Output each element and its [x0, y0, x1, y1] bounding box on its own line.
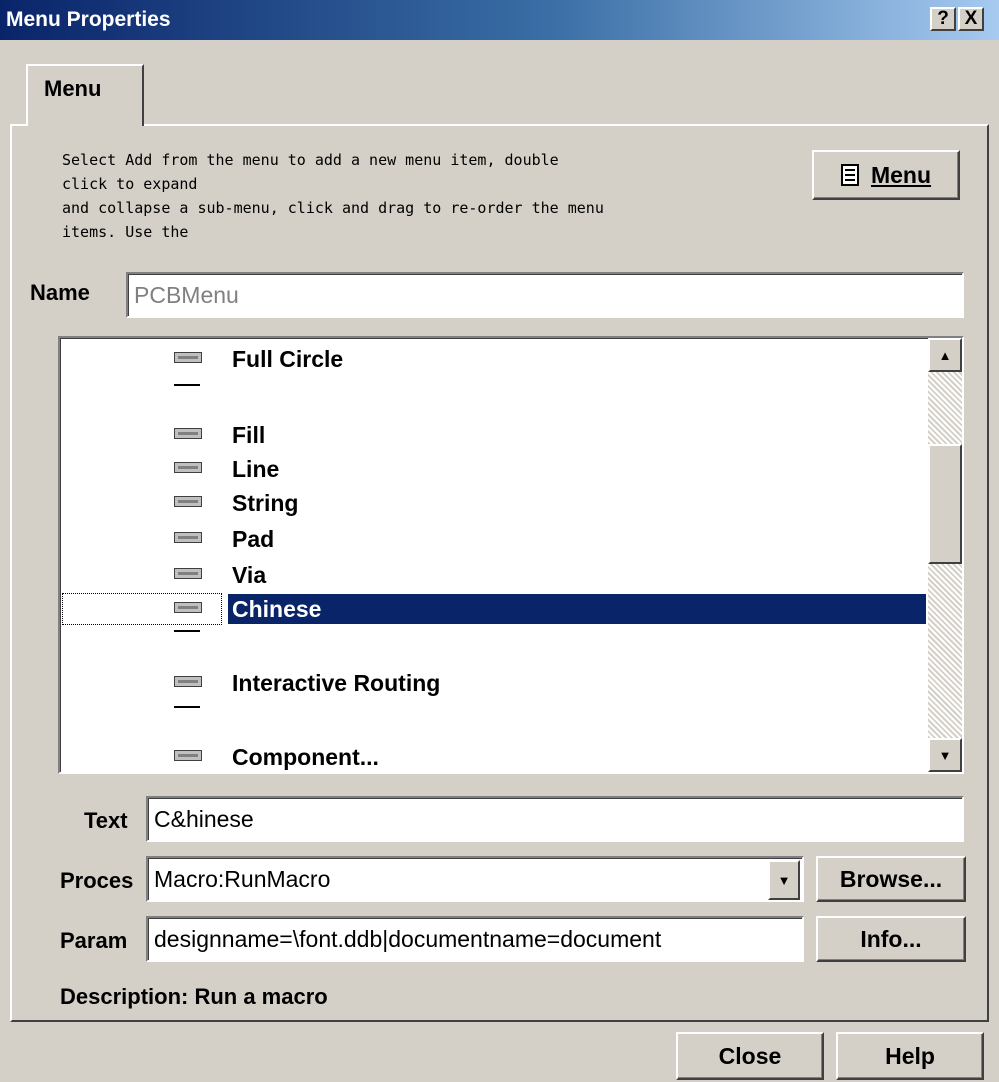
- tree-item-label: Chinese: [228, 594, 926, 624]
- tree-item[interactable]: Line: [60, 454, 926, 488]
- tree-item[interactable]: Component...: [60, 742, 926, 772]
- tree-item[interactable]: Pad: [60, 524, 926, 558]
- tree-item[interactable]: Fill: [60, 420, 926, 454]
- process-value: Macro:RunMacro: [154, 865, 331, 892]
- chevron-down-icon: ▼: [777, 872, 791, 888]
- close-button-label: Close: [718, 1042, 782, 1069]
- name-label: Name: [30, 280, 90, 305]
- tab-menu[interactable]: Menu: [26, 64, 144, 126]
- arrow-down-icon: ▼: [938, 747, 952, 763]
- menu-item-icon: [174, 496, 202, 507]
- tree-item[interactable]: Interactive Routing: [60, 668, 926, 702]
- description-text: Description: Run a macro: [60, 984, 328, 1009]
- tree-item-label: Via: [232, 562, 267, 588]
- menu-item-icon: [174, 568, 202, 579]
- instructions-line: Select Add from the menu to add a new me…: [62, 151, 559, 169]
- tree-item[interactable]: Full Circle: [60, 344, 926, 378]
- tab-menu-label: Menu: [44, 76, 102, 101]
- process-label: Proces: [60, 868, 134, 893]
- info-button[interactable]: Info...: [816, 916, 966, 962]
- process-dropdown-button[interactable]: ▼: [768, 860, 800, 900]
- menu-tree[interactable]: Full Circle Fill Line String Pad Via Chinese In…: [58, 336, 964, 774]
- menu-item-icon: [174, 352, 202, 363]
- instructions-line: and collapse a sub-menu, click and drag …: [62, 199, 604, 217]
- text-label: Text: [84, 808, 128, 833]
- tree-item[interactable]: Chinese: [60, 593, 926, 628]
- close-caption-button[interactable]: X: [958, 7, 984, 31]
- name-field[interactable]: PCBMenu: [126, 272, 964, 318]
- menu-separator[interactable]: [174, 630, 200, 632]
- menu-separator[interactable]: [174, 706, 200, 708]
- help-button-label: Help: [885, 1042, 935, 1069]
- menu-button-label: Menu: [870, 161, 932, 188]
- tree-item-label: Line: [232, 456, 280, 482]
- scroll-up-button[interactable]: ▲: [928, 338, 962, 372]
- scroll-thumb[interactable]: [928, 444, 962, 564]
- browse-button[interactable]: Browse...: [816, 856, 966, 902]
- tree-item-label: Pad: [232, 526, 275, 552]
- instructions-text: Select Add from the menu to add a new me…: [62, 148, 792, 244]
- tree-item[interactable]: String: [60, 488, 926, 522]
- menu-item-icon: [174, 462, 202, 473]
- menu-item-icon: [174, 676, 202, 687]
- vertical-scrollbar[interactable]: ▲ ▼: [928, 338, 962, 772]
- menu-separator[interactable]: [174, 384, 200, 386]
- process-combobox[interactable]: Macro:RunMacro ▼: [146, 856, 804, 902]
- help-caption-button[interactable]: ?: [930, 7, 956, 31]
- tree-item-label: Component...: [232, 744, 379, 770]
- params-label: Param: [60, 928, 128, 953]
- menu-icon: [840, 164, 859, 186]
- text-field[interactable]: C&hinese: [146, 796, 964, 842]
- menu-item-icon: [174, 602, 202, 613]
- window-title: Menu Properties: [6, 8, 171, 31]
- menu-item-icon: [174, 532, 202, 543]
- tree-item[interactable]: Via: [60, 560, 926, 594]
- tree-item-label: Interactive Routing: [232, 670, 441, 696]
- instructions-line: click to expand: [62, 175, 198, 193]
- instructions-line: items. Use the: [62, 223, 189, 241]
- menu-button[interactable]: Menu: [812, 150, 960, 200]
- tree-item-label: String: [232, 490, 299, 516]
- scroll-down-button[interactable]: ▼: [928, 738, 962, 772]
- tree-item-label: Full Circle: [232, 346, 344, 372]
- close-button[interactable]: Close: [676, 1032, 824, 1080]
- help-button[interactable]: Help: [836, 1032, 984, 1080]
- browse-button-label: Browse...: [839, 865, 943, 892]
- params-field[interactable]: designname=\font.ddb|documentname=docume…: [146, 916, 804, 962]
- info-button-label: Info...: [860, 925, 922, 952]
- arrow-up-icon: ▲: [938, 347, 952, 363]
- tree-item-label: Fill: [232, 422, 266, 448]
- menu-item-icon: [174, 750, 202, 761]
- menu-item-icon: [174, 428, 202, 439]
- title-bar: Menu Properties ? X: [0, 0, 999, 40]
